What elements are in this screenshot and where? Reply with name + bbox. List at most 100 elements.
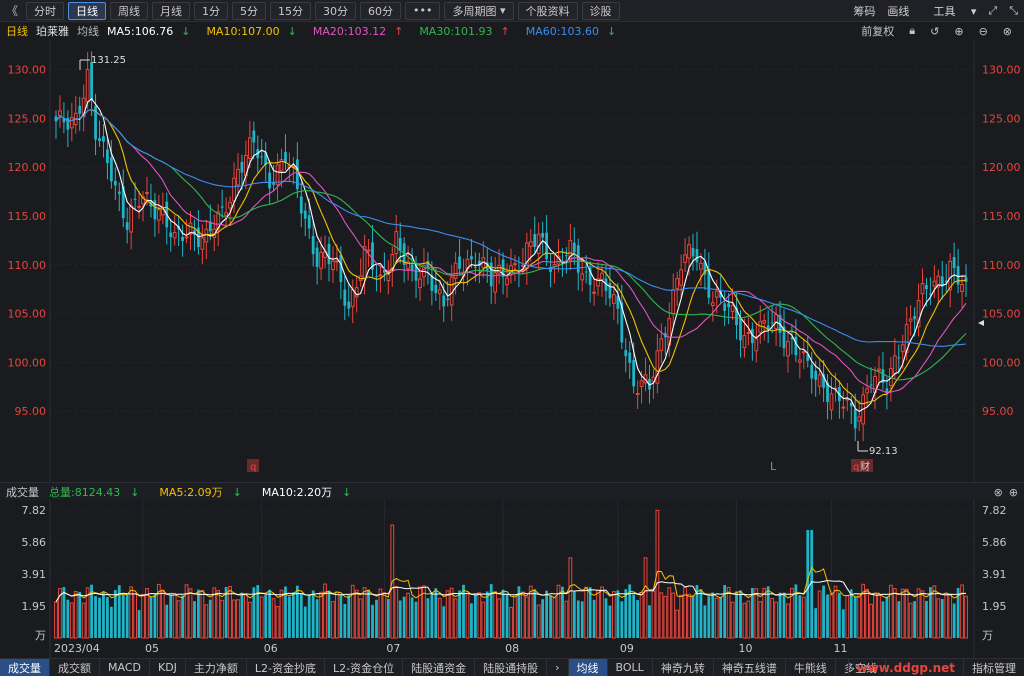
- more-button[interactable]: •••: [405, 1, 441, 20]
- tab-hk-holding[interactable]: 陆股通持股: [475, 658, 548, 676]
- arrow-down-icon: ↓: [287, 24, 297, 38]
- price-chart[interactable]: 130.00 130.00 125.00 125.00 120.00 120.00 115.…: [0, 40, 1024, 482]
- candle-up: [85, 69, 90, 103]
- volume-bar-up: [908, 602, 913, 639]
- volume-title[interactable]: 成交量: [6, 484, 39, 500]
- volume-bar-up: [354, 589, 359, 639]
- bottom-right: www.ddgp.net 指标管理: [847, 659, 1024, 676]
- volume-bar-up: [200, 589, 205, 639]
- tab-turnover[interactable]: 成交额: [50, 658, 100, 676]
- tab-bull-bear[interactable]: 牛熊线: [786, 658, 836, 676]
- tab-1min[interactable]: 1分: [194, 1, 228, 20]
- volume-bar-up: [437, 597, 442, 639]
- volume-bar-up: [936, 598, 941, 639]
- draw-line-button[interactable]: 画线: [887, 3, 909, 19]
- tab-macd[interactable]: MACD: [100, 658, 150, 676]
- indicator-manage-button[interactable]: 指标管理: [963, 659, 1024, 676]
- tab-daily[interactable]: 日线: [68, 1, 106, 20]
- tools-button[interactable]: 工具 ▾: [921, 3, 976, 19]
- volume-bar-up: [730, 601, 735, 639]
- volume-bar-down: [588, 587, 592, 638]
- tab-weekly[interactable]: 周线: [110, 1, 148, 20]
- volume-bar-up: [275, 605, 280, 639]
- tab-hk-flow[interactable]: 陆股通资金: [403, 658, 476, 676]
- candle-down: [90, 62, 93, 100]
- candle-up: [394, 231, 399, 255]
- volume-bar-down: [208, 599, 212, 638]
- volume-bar-down: [327, 590, 331, 638]
- undo-icon[interactable]: ↺: [930, 25, 939, 38]
- volume-ma10-text: MA10:2.20万: [261, 485, 333, 499]
- tab-five-lines[interactable]: 神奇五线谱: [714, 658, 786, 676]
- candle-down: [434, 284, 438, 293]
- tab-ma-lines[interactable]: 均线: [568, 658, 608, 676]
- volume-bar-up: [331, 601, 335, 639]
- tab-kdj[interactable]: KDJ: [150, 658, 186, 676]
- volume-bar-up: [319, 591, 323, 639]
- lock-icon[interactable]: 🔒︎: [909, 24, 915, 38]
- candle-up: [354, 287, 359, 298]
- volume-chart[interactable]: 7.82 7.82 5.86 5.86 3.91 3.91 1.95 1.95 万 万 2023/0…: [0, 500, 1024, 658]
- back-icon[interactable]: 《: [4, 2, 20, 19]
- chevron-right-icon[interactable]: ›: [547, 658, 569, 676]
- volume-bar-up: [54, 601, 58, 639]
- candle-down: [913, 315, 916, 320]
- zoom-out-icon[interactable]: ⊖: [979, 25, 988, 38]
- tab-volume[interactable]: 成交量: [0, 658, 50, 676]
- add-icon[interactable]: ⊕: [1009, 486, 1018, 499]
- volume-bar-up: [726, 586, 731, 639]
- tab-30min[interactable]: 30分: [315, 1, 356, 20]
- tab-5min[interactable]: 5分: [232, 1, 266, 20]
- candle-down: [533, 234, 537, 247]
- candle-up: [58, 110, 62, 116]
- candle-up: [172, 232, 177, 239]
- volume-bar-up: [497, 598, 502, 639]
- volume-bar-up: [449, 587, 454, 639]
- volume-bar-down: [838, 592, 841, 638]
- diagnose-button[interactable]: 诊股: [581, 1, 620, 20]
- candle-down: [268, 172, 272, 189]
- candle-up: [671, 289, 676, 315]
- tab-15min[interactable]: 15分: [270, 1, 311, 20]
- price-tick-label-right: 125.00: [982, 112, 1021, 125]
- volume-bar-down: [505, 593, 509, 638]
- event-marker-l[interactable]: L: [770, 460, 777, 473]
- candle-down: [739, 318, 742, 341]
- volume-bar-down: [561, 586, 564, 638]
- chips-button[interactable]: 筹码: [853, 3, 875, 19]
- tab-boll[interactable]: BOLL: [608, 658, 653, 676]
- volume-header: 成交量 总量:8124.43 ↓ MA5:2.09万 ↓ MA10:2.20万 ↓ ⊗…: [0, 482, 1024, 500]
- ma10-value: MA10:107.00 ↓: [206, 25, 304, 38]
- price-tick-label-right: 120.00: [982, 161, 1021, 174]
- candle-up: [920, 283, 925, 295]
- volume-tick-label-right: 7.82: [982, 504, 1007, 517]
- tab-main-net[interactable]: 主力净额: [186, 658, 247, 676]
- volume-bar-up: [774, 601, 778, 639]
- tab-td-nine[interactable]: 神奇九转: [653, 658, 714, 676]
- candle-down: [109, 157, 113, 182]
- tab-monthly[interactable]: 月线: [152, 1, 190, 20]
- candle-down: [489, 262, 493, 287]
- stock-info-button[interactable]: 个股资料: [517, 1, 578, 20]
- arrow-up-icon: ↑: [500, 24, 510, 38]
- close-icon[interactable]: ⊗: [1003, 25, 1012, 38]
- tab-l2-position[interactable]: L2-资金仓位: [325, 658, 404, 676]
- volume-bar-up: [770, 597, 775, 639]
- candle-down: [311, 236, 315, 255]
- volume-ma5-text: MA5:2.09万: [159, 485, 223, 499]
- zoom-in-icon[interactable]: ⊕: [954, 25, 963, 38]
- exit-fullscreen-icon[interactable]: ⤡: [1009, 4, 1018, 18]
- volume-bar-down: [576, 600, 580, 638]
- ma-label[interactable]: 均线: [77, 23, 99, 39]
- volume-bar-down: [434, 588, 438, 638]
- settings-icon[interactable]: ⊗: [994, 486, 1003, 499]
- adjust-mode-button[interactable]: 前复权: [861, 23, 894, 39]
- tab-intraday[interactable]: 分时: [26, 1, 64, 20]
- fullscreen-icon[interactable]: ⤢: [988, 4, 997, 18]
- tab-l2-bottom[interactable]: L2-资金抄底: [247, 658, 326, 676]
- tab-60min[interactable]: 60分: [360, 1, 401, 20]
- candle-up: [877, 368, 881, 371]
- volume-bar-down: [66, 599, 70, 638]
- multi-period-dropdown[interactable]: 多周期图 ▾: [444, 1, 514, 20]
- volume-bar-up: [279, 589, 284, 639]
